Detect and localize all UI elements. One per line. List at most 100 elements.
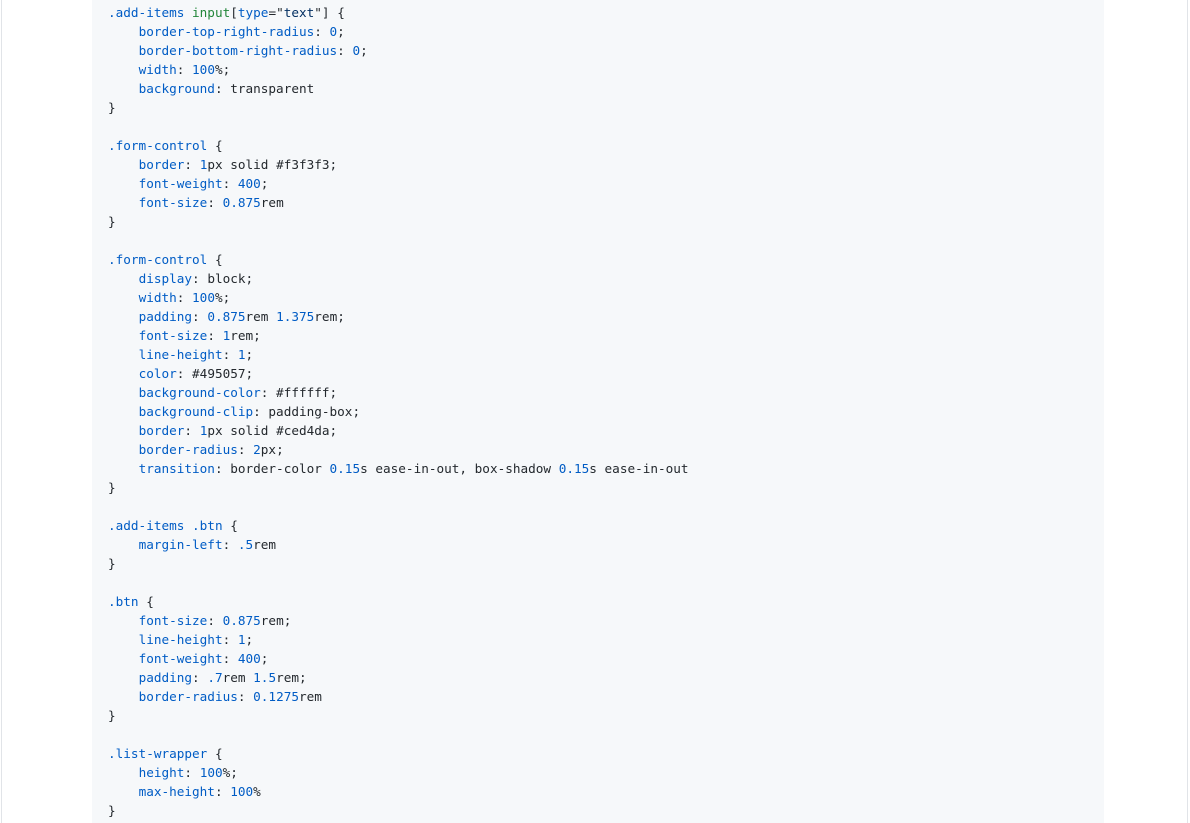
code-token: rem <box>260 195 284 210</box>
code-token: width <box>138 290 177 305</box>
code-token: : <box>207 328 223 343</box>
code-token: background <box>138 81 215 96</box>
code-token: 0.875 <box>207 309 246 324</box>
code-token: 0.1275 <box>253 689 299 704</box>
code-token: display <box>138 271 193 286</box>
code-token: 1.375 <box>276 309 315 324</box>
code-token: : <box>337 43 353 58</box>
code-token: 100 <box>192 62 215 77</box>
code-token: .add-items <box>108 518 185 533</box>
code-token: max-height <box>138 784 215 799</box>
code-token: .5 <box>237 537 254 552</box>
code-token: : <box>192 309 208 324</box>
code-token: : <box>207 195 223 210</box>
code-token: : <box>222 632 238 647</box>
code-token: ; <box>245 632 254 647</box>
code-token: background-clip <box>138 404 254 419</box>
code-token: } <box>108 556 116 571</box>
code-line: border-radius: 2px; <box>108 440 689 459</box>
code-token: ; <box>337 24 345 39</box>
code-token: } <box>108 480 116 495</box>
code-token: : transparent <box>214 81 315 96</box>
code-token: rem; <box>276 670 307 685</box>
code-token: font-weight <box>138 651 223 666</box>
code-token: line-height <box>138 347 223 362</box>
code-token: : <box>184 765 200 780</box>
code-token: rem <box>222 670 254 685</box>
code-token: } <box>108 708 116 723</box>
code-token: %; <box>214 290 231 305</box>
code-line: padding: 0.875rem 1.375rem; <box>108 307 689 326</box>
code-token: .btn <box>192 518 223 533</box>
code-token: %; <box>214 62 231 77</box>
code-line: border-radius: 0.1275rem <box>108 687 689 706</box>
code-token: : <box>192 670 208 685</box>
code-line: border: 1px solid #ced4da; <box>108 421 689 440</box>
code-token: : #ffffff; <box>260 385 338 400</box>
code-line: padding: .7rem 1.5rem; <box>108 668 689 687</box>
code-token: border <box>138 423 185 438</box>
code-token: { <box>207 746 223 761</box>
code-token: : <box>314 24 330 39</box>
code-line: line-height: 1; <box>108 345 689 364</box>
code-line: } <box>108 98 689 117</box>
code-token: : border-color <box>214 461 330 476</box>
code-token: padding <box>138 670 193 685</box>
code-token: ; <box>245 347 254 362</box>
code-line: .add-items .btn { <box>108 516 689 535</box>
code-block[interactable]: .add-items input[type="text"] { border-t… <box>92 0 1104 823</box>
code-token: 0.875 <box>222 613 261 628</box>
code-token: : <box>222 347 238 362</box>
code-token: padding <box>138 309 193 324</box>
code-token: font-weight <box>138 176 223 191</box>
code-line: .btn { <box>108 592 689 611</box>
code-token: rem <box>299 689 322 704</box>
code-line: font-size: 1rem; <box>108 326 689 345</box>
code-token: color <box>138 366 177 381</box>
code-token: .form-control <box>108 138 208 153</box>
code-line: border-top-right-radius: 0; <box>108 22 689 41</box>
code-token: font-size <box>138 613 208 628</box>
code-token: height <box>138 765 185 780</box>
code-token: 1 <box>237 347 246 362</box>
code-token: .btn <box>108 594 139 609</box>
code-token: background-color <box>138 385 261 400</box>
code-token: : padding-box; <box>253 404 361 419</box>
code-line: .add-items input[type="text"] { <box>108 3 689 22</box>
code-token: .7 <box>207 670 223 685</box>
code-token: .add-items <box>108 5 185 20</box>
code-token: margin-left <box>138 537 223 552</box>
code-token: 100 <box>230 784 254 799</box>
code-line: width: 100%; <box>108 288 689 307</box>
code-line: background-clip: padding-box; <box>108 402 689 421</box>
code-token: : <box>222 537 238 552</box>
code-token: : <box>184 157 200 172</box>
code-token: px solid #f3f3f3; <box>207 157 338 172</box>
code-token: =" <box>268 5 284 20</box>
code-token: rem; <box>314 309 345 324</box>
code-token: 1.5 <box>253 670 277 685</box>
code-line: background: transparent <box>108 79 689 98</box>
code-token: { <box>207 138 223 153</box>
code-token: [ <box>230 5 238 20</box>
code-token: 100 <box>192 290 215 305</box>
code-token: border-bottom-right-radius <box>138 43 338 58</box>
